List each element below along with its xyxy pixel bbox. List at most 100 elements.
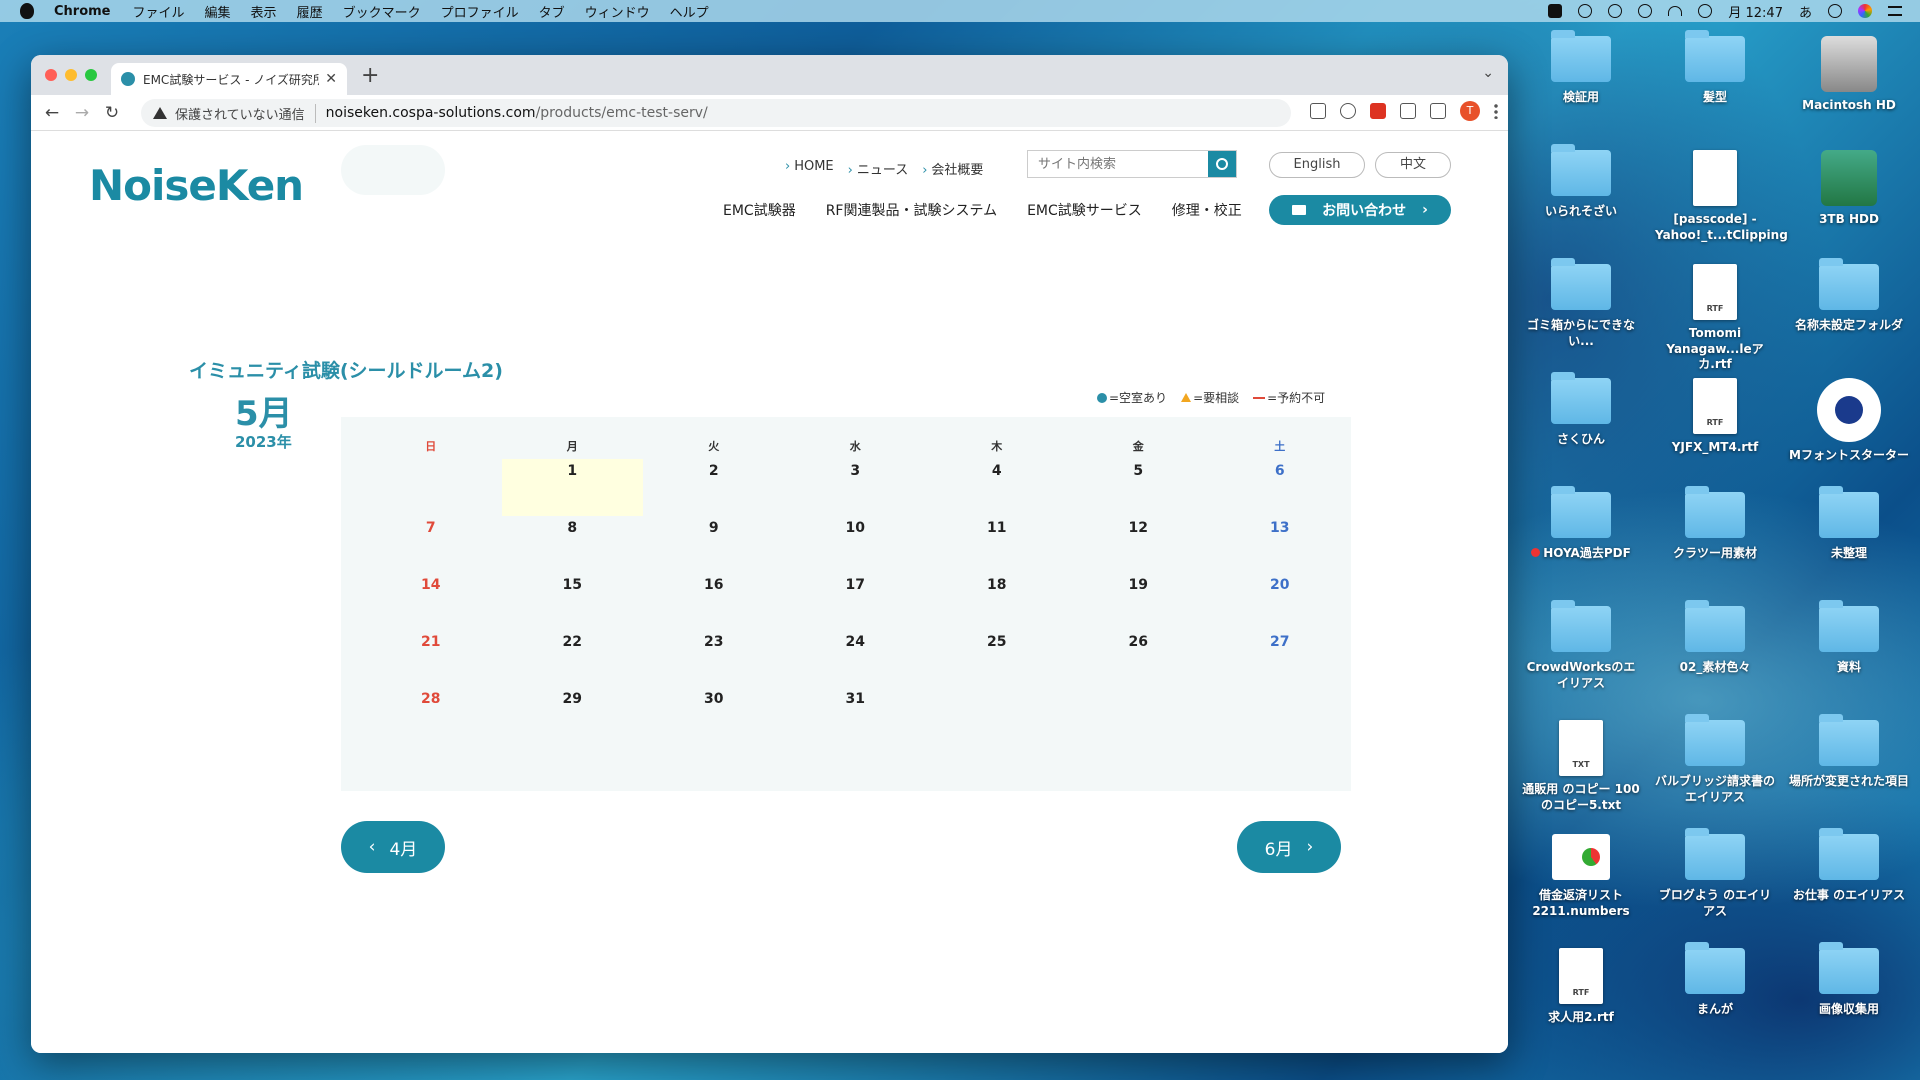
extensions-puzzle-icon[interactable] bbox=[1400, 103, 1416, 119]
calendar-day[interactable]: 9 bbox=[643, 516, 785, 573]
not-secure-label[interactable]: 保護されていない通信 bbox=[175, 103, 316, 123]
desktop-item[interactable]: HOYA過去PDF bbox=[1521, 486, 1641, 562]
reload-icon[interactable]: ↻ bbox=[97, 103, 127, 123]
calendar-day[interactable]: 21 bbox=[360, 630, 502, 687]
desktop-item[interactable]: お仕事 のエイリアス bbox=[1789, 828, 1909, 904]
calendar-day[interactable]: 26 bbox=[1068, 630, 1210, 687]
calendar-day[interactable]: 24 bbox=[785, 630, 927, 687]
close-tab-icon[interactable]: ✕ bbox=[325, 71, 337, 87]
calendar-day[interactable]: 16 bbox=[643, 573, 785, 630]
side-panel-icon[interactable] bbox=[1430, 103, 1446, 119]
site-logo[interactable]: NoiseKen bbox=[89, 161, 304, 210]
calendar-day[interactable]: 7 bbox=[360, 516, 502, 573]
input-method-indicator[interactable]: あ bbox=[1799, 2, 1812, 21]
control-center-icon[interactable] bbox=[1888, 6, 1902, 16]
more-menu-icon[interactable] bbox=[1494, 103, 1498, 119]
dropbox-icon[interactable] bbox=[1548, 4, 1563, 18]
calendar-day[interactable]: 14 bbox=[360, 573, 502, 630]
zoom-window-button[interactable] bbox=[85, 69, 97, 81]
acrobat-extension-icon[interactable] bbox=[1370, 103, 1386, 119]
calendar-day[interactable]: 25 bbox=[926, 630, 1068, 687]
menu-item-bookmarks[interactable]: ブックマーク bbox=[343, 2, 421, 21]
calendar-day[interactable]: 31 bbox=[785, 687, 927, 744]
menu-item-edit[interactable]: 編集 bbox=[205, 2, 231, 21]
calendar-day[interactable]: 11 bbox=[926, 516, 1068, 573]
toplink-home[interactable]: HOME bbox=[785, 159, 833, 178]
calendar-day[interactable]: 19 bbox=[1068, 573, 1210, 630]
menu-item-history[interactable]: 履歴 bbox=[297, 2, 323, 21]
tab-search-chevron-icon[interactable]: ⌄ bbox=[1482, 65, 1494, 81]
calendar-day[interactable]: 27 bbox=[1209, 630, 1351, 687]
desktop-item[interactable]: 借金返済リスト2211.numbers bbox=[1521, 834, 1641, 919]
nav-rf-products[interactable]: RF関連製品・試験システム bbox=[826, 200, 997, 220]
menu-item-tab[interactable]: タブ bbox=[539, 2, 565, 21]
close-window-button[interactable] bbox=[45, 69, 57, 81]
desktop-item[interactable]: 3TB HDD bbox=[1789, 150, 1909, 228]
calendar-day[interactable]: 3 bbox=[785, 459, 927, 516]
desktop-item[interactable]: 画像収集用 bbox=[1789, 942, 1909, 1018]
search-button[interactable] bbox=[1208, 151, 1236, 177]
nav-emc-test-service[interactable]: EMC試験サービス bbox=[1027, 200, 1142, 220]
desktop-item[interactable]: 未整理 bbox=[1789, 486, 1909, 562]
cloud-icon[interactable] bbox=[1578, 4, 1593, 18]
forward-icon[interactable]: → bbox=[67, 103, 97, 123]
desktop-item[interactable]: RTF 求人用2.rtf bbox=[1521, 948, 1641, 1026]
calendar-day[interactable]: 23 bbox=[643, 630, 785, 687]
nav-emc-testers[interactable]: EMC試験器 bbox=[723, 200, 796, 220]
calendar-day[interactable]: 15 bbox=[502, 573, 644, 630]
menu-clock[interactable]: 月 12:47 bbox=[1728, 2, 1783, 21]
desktop-item[interactable]: まんが bbox=[1655, 942, 1775, 1018]
calendar-day[interactable]: 1 bbox=[501, 459, 643, 516]
desktop-item[interactable]: さくひん bbox=[1521, 372, 1641, 448]
calendar-day[interactable]: 5 bbox=[1068, 459, 1210, 516]
desktop-item[interactable]: TXT 通販用 のコピー 100のコピー5.txt bbox=[1521, 720, 1641, 813]
back-icon[interactable]: ← bbox=[37, 103, 67, 123]
spotlight-icon[interactable] bbox=[1828, 4, 1842, 18]
desktop-item[interactable]: 検証用 bbox=[1521, 30, 1641, 106]
time-machine-icon[interactable] bbox=[1608, 4, 1623, 18]
desktop-item[interactable]: CrowdWorksのエイリアス bbox=[1521, 600, 1641, 691]
next-month-button[interactable]: 6月 › bbox=[1237, 821, 1341, 873]
calendar-day[interactable]: 8 bbox=[502, 516, 644, 573]
desktop-item[interactable]: 資料 bbox=[1789, 600, 1909, 676]
desktop-item[interactable]: クラツー用素材 bbox=[1655, 486, 1775, 562]
profile-avatar[interactable]: T bbox=[1460, 101, 1480, 121]
bookmark-star-icon[interactable] bbox=[1340, 103, 1356, 119]
toplink-company[interactable]: 会社概要 bbox=[922, 159, 983, 178]
calendar-day[interactable]: 28 bbox=[360, 687, 502, 744]
desktop-item[interactable]: Macintosh HD bbox=[1789, 36, 1909, 114]
desktop-item[interactable]: バルブリッジ請求書のエイリアス bbox=[1655, 714, 1775, 805]
wifi-icon[interactable] bbox=[1668, 6, 1683, 16]
apple-icon[interactable] bbox=[20, 3, 34, 19]
bluetooth-icon[interactable] bbox=[1638, 4, 1653, 18]
desktop-item[interactable]: ブログよう のエイリアス bbox=[1655, 828, 1775, 919]
not-secure-icon[interactable] bbox=[153, 107, 167, 119]
desktop-item[interactable]: 名称未設定フォルダ bbox=[1789, 258, 1909, 334]
menu-app-name[interactable]: Chrome bbox=[54, 4, 111, 19]
desktop-item[interactable]: いられそざい bbox=[1521, 144, 1641, 220]
calendar-day[interactable]: 20 bbox=[1209, 573, 1351, 630]
calendar-day[interactable]: 12 bbox=[1068, 516, 1210, 573]
prev-month-button[interactable]: ‹ 4月 bbox=[341, 821, 445, 873]
calendar-day[interactable]: 10 bbox=[785, 516, 927, 573]
menu-item-help[interactable]: ヘルプ bbox=[670, 2, 709, 21]
share-icon[interactable] bbox=[1310, 103, 1326, 119]
desktop-item[interactable]: 02_素材色々 bbox=[1655, 600, 1775, 676]
volume-icon[interactable] bbox=[1698, 4, 1713, 18]
calendar-day[interactable]: 30 bbox=[643, 687, 785, 744]
menu-item-profiles[interactable]: プロファイル bbox=[441, 2, 519, 21]
lang-english-button[interactable]: English bbox=[1269, 152, 1365, 178]
nav-repair-calibration[interactable]: 修理・校正 bbox=[1172, 200, 1242, 220]
desktop-item[interactable]: Mフォントスターター bbox=[1789, 378, 1909, 464]
calendar-day[interactable]: 17 bbox=[785, 573, 927, 630]
desktop-item[interactable]: RTF YJFX_MT4.rtf bbox=[1655, 378, 1775, 456]
desktop-item[interactable]: RTF Tomomi Yanagaw...leアカ.rtf bbox=[1655, 264, 1775, 373]
calendar-day[interactable]: 13 bbox=[1209, 516, 1351, 573]
calendar-day[interactable]: 22 bbox=[502, 630, 644, 687]
calendar-day[interactable]: 29 bbox=[502, 687, 644, 744]
minimize-window-button[interactable] bbox=[65, 69, 77, 81]
desktop-item[interactable]: [passcode] - Yahoo!_t...tClipping bbox=[1655, 150, 1788, 243]
menu-item-window[interactable]: ウィンドウ bbox=[585, 2, 650, 21]
browser-tab[interactable]: EMC試験サービス - ノイズ研究所 ✕ bbox=[111, 63, 347, 95]
site-search-input[interactable] bbox=[1028, 151, 1208, 177]
